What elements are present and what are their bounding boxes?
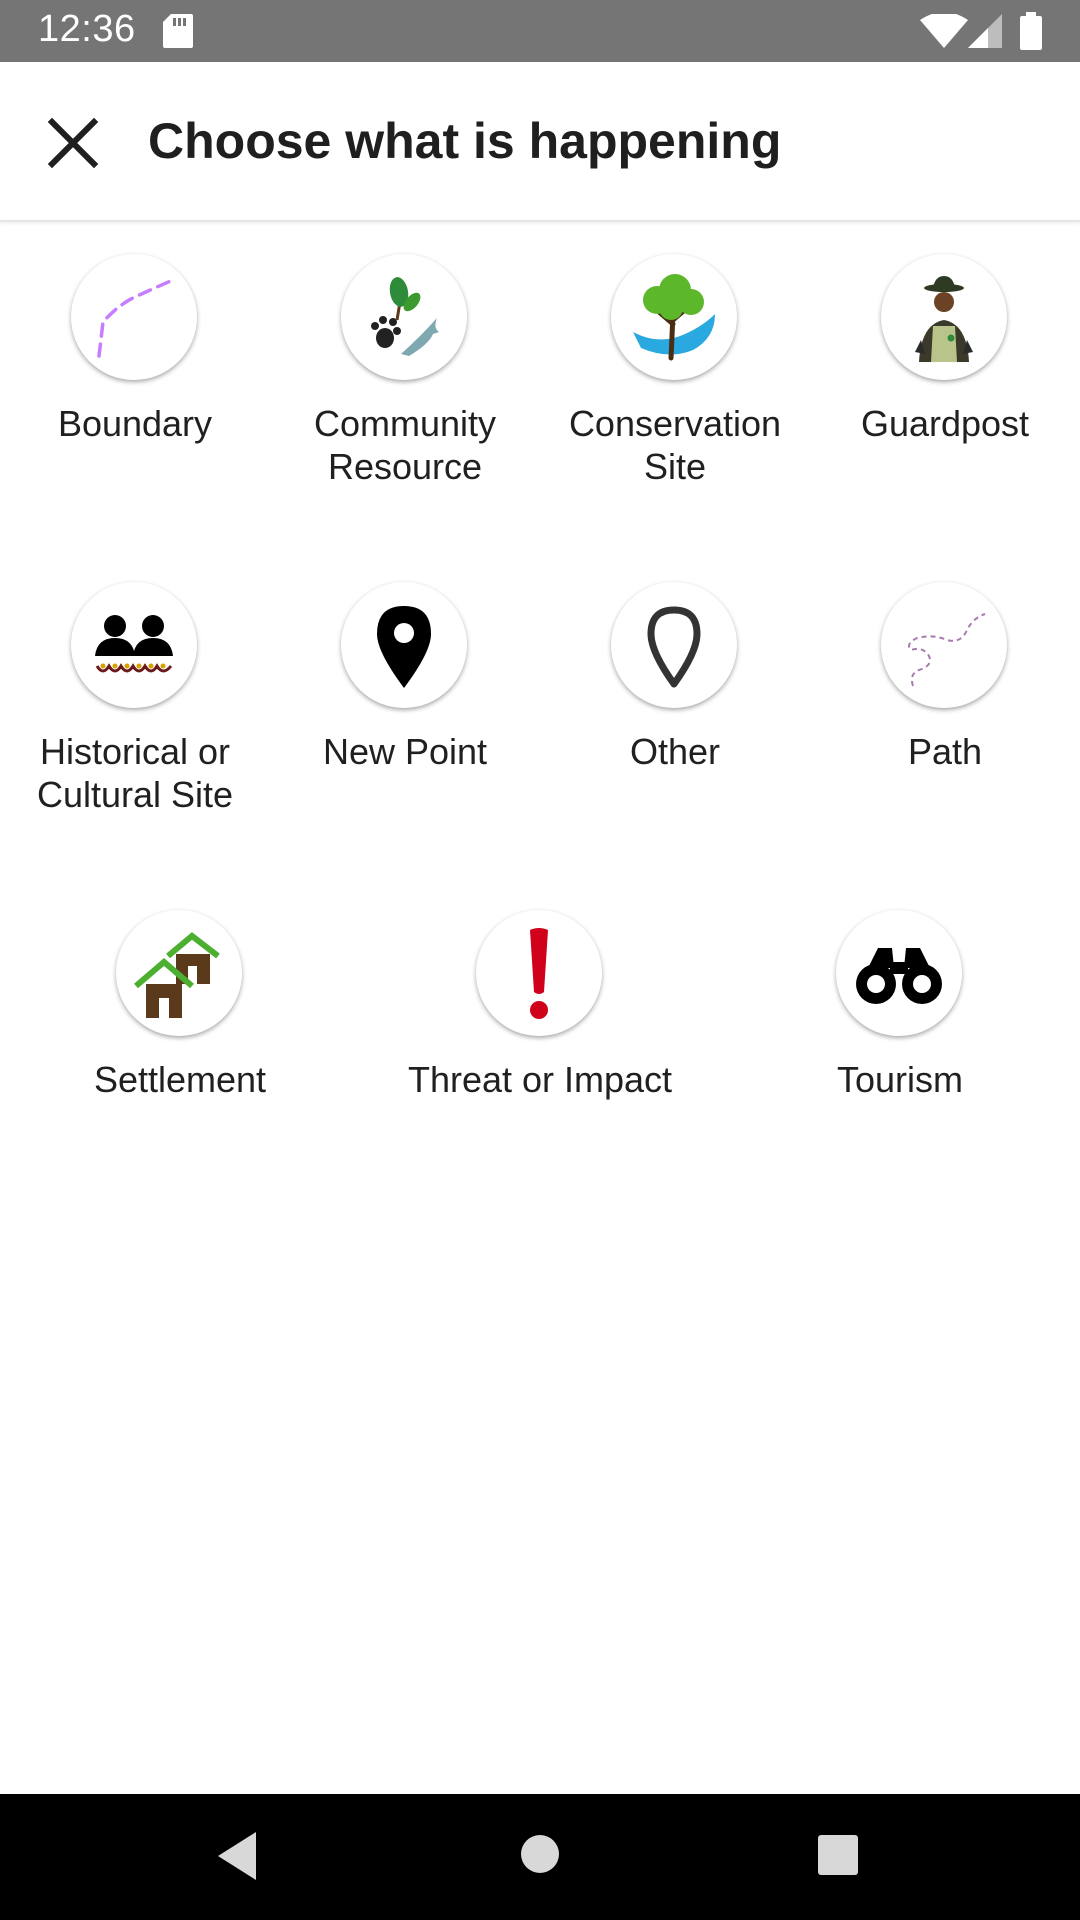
community-resource-icon-circle: [341, 254, 467, 380]
category-label: Guardpost: [860, 403, 1030, 444]
page-title: Choose what is happening: [148, 113, 782, 169]
boundary-icon-circle: [71, 254, 197, 380]
navigation-bar: [0, 1794, 1080, 1920]
conservation-site-icon-circle: [611, 254, 737, 380]
historical-site-icon: [95, 615, 173, 673]
category-label: Historical or Cultural Site: [36, 731, 234, 815]
category-label: Path: [907, 731, 983, 772]
home-icon[interactable]: [520, 1834, 560, 1874]
threat-icon-circle: [476, 910, 602, 1036]
settlement-icon: [134, 932, 220, 1018]
conservation-site-icon: [633, 274, 715, 361]
historical-site-icon-circle: [71, 582, 197, 708]
status-bar: 12:36: [0, 0, 1080, 62]
category-label: Other: [629, 731, 721, 772]
path-icon-circle: [881, 582, 1007, 708]
new-point-icon-circle: [341, 582, 467, 708]
category-label: New Point: [322, 731, 488, 772]
community-resource-icon: [371, 277, 439, 356]
guardpost-icon: [915, 276, 973, 362]
category-label: Tourism: [836, 1059, 964, 1100]
cell-signal-icon: [968, 14, 1002, 48]
sd-card-icon: [163, 14, 193, 48]
close-icon[interactable]: [38, 108, 108, 178]
back-icon[interactable]: [216, 1830, 260, 1882]
map-pin-icon: [377, 606, 431, 688]
map-pin-outline-icon: [647, 606, 701, 688]
app-bar: Choose what is happening: [0, 62, 1080, 222]
other-icon-circle: [611, 582, 737, 708]
category-label: Settlement: [93, 1059, 267, 1100]
category-label: Conservation Site: [568, 403, 782, 487]
boundary-icon: [97, 278, 175, 358]
settlement-icon-circle: [116, 910, 242, 1036]
category-label: Community Resource: [313, 403, 497, 487]
wifi-icon: [920, 14, 968, 48]
category-label: Boundary: [57, 403, 213, 444]
exclamation-icon: [530, 928, 548, 1019]
status-time: 12:36: [38, 8, 136, 50]
tourism-icon-circle: [836, 910, 962, 1036]
battery-icon: [1020, 12, 1042, 50]
recents-icon[interactable]: [817, 1834, 859, 1876]
binoculars-icon: [856, 948, 942, 1004]
guardpost-icon-circle: [881, 254, 1007, 380]
path-icon: [908, 613, 986, 687]
category-label: Threat or Impact: [407, 1059, 673, 1100]
